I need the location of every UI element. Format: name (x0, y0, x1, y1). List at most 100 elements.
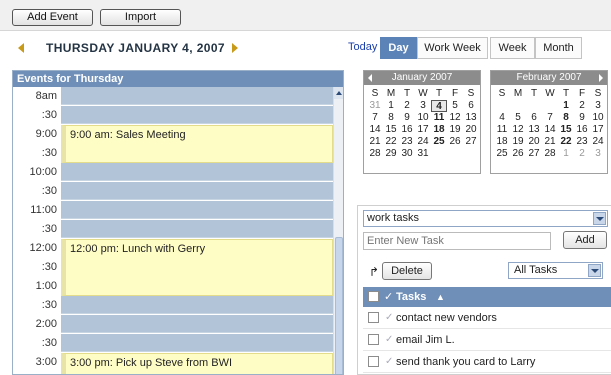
calendar-day[interactable]: 25 (431, 136, 447, 148)
event-pick-up-steve[interactable]: 3:00 pm: Pick up Steve from BWI (61, 353, 333, 374)
calendar-day[interactable]: 8 (383, 112, 399, 124)
task-filter-select[interactable]: All Tasks (508, 262, 603, 279)
calendar-day[interactable]: 20 (526, 136, 542, 148)
calendar-day[interactable]: 3 (590, 148, 606, 160)
chevron-down-icon[interactable] (588, 264, 601, 277)
time-slot[interactable] (61, 87, 333, 105)
today-link[interactable]: Today (348, 41, 377, 53)
calendar-day[interactable]: 13 (463, 112, 479, 124)
calendar-day[interactable]: 12 (447, 112, 463, 124)
scrollbar-thumb[interactable] (335, 237, 343, 374)
task-checkbox[interactable] (368, 312, 379, 323)
calendar-day[interactable]: 27 (463, 136, 479, 148)
task-checkbox[interactable] (368, 356, 379, 367)
calendar-day[interactable]: 3 (590, 100, 606, 112)
time-slot[interactable] (61, 163, 333, 181)
tab-work-week[interactable]: Work Week (417, 37, 488, 59)
calendar-day[interactable]: 23 (574, 136, 590, 148)
calendar-day[interactable]: 25 (494, 148, 510, 160)
calendar-day[interactable]: 7 (542, 112, 558, 124)
next-month-arrow-icon[interactable] (599, 74, 603, 82)
calendar-day[interactable]: 13 (526, 124, 542, 136)
task-list-select[interactable]: work tasks (363, 210, 608, 227)
calendar-day[interactable]: 14 (542, 124, 558, 136)
add-task-button[interactable]: Add (563, 231, 607, 249)
task-row[interactable]: ✓ email Jim L. (363, 329, 611, 351)
calendar-day[interactable]: 6 (463, 100, 479, 112)
scroll-up-arrow-icon[interactable] (334, 87, 343, 99)
calendar-day[interactable]: 7 (367, 112, 383, 124)
time-slot[interactable] (61, 220, 333, 238)
calendar-day[interactable]: 10 (590, 112, 606, 124)
calendar-day[interactable]: 9 (574, 112, 590, 124)
calendar-day[interactable]: 26 (447, 136, 463, 148)
calendar-day[interactable]: 17 (590, 124, 606, 136)
tab-day[interactable]: Day (380, 37, 417, 59)
calendar-day[interactable]: 31 (367, 100, 383, 112)
calendar-day[interactable]: 20 (463, 124, 479, 136)
calendar-day[interactable]: 15 (558, 124, 574, 136)
calendar-day[interactable]: 1 (383, 100, 399, 112)
calendar-day[interactable]: 17 (415, 124, 431, 136)
time-slot[interactable] (61, 201, 333, 219)
task-row[interactable]: ✓ contact new vendors (363, 307, 611, 329)
calendar-day[interactable]: 21 (367, 136, 383, 148)
previous-day-arrow-icon[interactable] (18, 43, 24, 53)
calendar-day[interactable]: 28 (542, 148, 558, 160)
event-lunch-with-gerry[interactable]: 12:00 pm: Lunch with Gerry (61, 239, 333, 296)
calendar-day[interactable]: 10 (415, 112, 431, 124)
calendar-day[interactable]: 31 (415, 148, 431, 160)
calendar-day[interactable]: 29 (383, 148, 399, 160)
calendar-day[interactable]: 5 (510, 112, 526, 124)
previous-month-arrow-icon[interactable] (368, 74, 372, 82)
calendar-day[interactable]: 19 (447, 124, 463, 136)
calendar-day[interactable]: 11 (431, 112, 447, 124)
calendar-day[interactable]: 23 (399, 136, 415, 148)
calendar-day[interactable]: 2 (574, 100, 590, 112)
task-checkbox[interactable] (368, 334, 379, 345)
calendar-day[interactable]: 28 (367, 148, 383, 160)
tab-week[interactable]: Week (490, 37, 535, 59)
calendar-day[interactable]: 27 (526, 148, 542, 160)
task-row[interactable]: ✓ send thank you card to Larry (363, 351, 611, 373)
calendar-day[interactable]: 9 (399, 112, 415, 124)
calendar-day[interactable]: 24 (415, 136, 431, 148)
sort-ascending-icon[interactable]: ▲ (436, 287, 445, 307)
calendar-scrollbar[interactable] (333, 87, 343, 374)
calendar-day[interactable]: 22 (383, 136, 399, 148)
delete-task-button[interactable]: Delete (382, 262, 432, 280)
next-day-arrow-icon[interactable] (232, 43, 238, 53)
calendar-day[interactable]: 18 (431, 124, 447, 136)
calendar-day[interactable]: 16 (574, 124, 590, 136)
event-sales-meeting[interactable]: 9:00 am: Sales Meeting (61, 125, 333, 163)
calendar-day[interactable]: 21 (542, 136, 558, 148)
time-slot[interactable] (61, 296, 333, 314)
time-slot[interactable] (61, 106, 333, 124)
calendar-day[interactable]: 19 (510, 136, 526, 148)
tasks-table-header[interactable]: ✓ Tasks ▲ (363, 287, 611, 307)
tab-month[interactable]: Month (535, 37, 582, 59)
calendar-day[interactable]: 2 (399, 100, 415, 112)
calendar-day[interactable]: 14 (367, 124, 383, 136)
calendar-day[interactable]: 3 (415, 100, 431, 112)
time-slot[interactable] (61, 315, 333, 333)
calendar-day[interactable]: 1 (558, 100, 574, 112)
calendar-day[interactable]: 16 (399, 124, 415, 136)
tasks-column-label[interactable]: Tasks (396, 287, 426, 307)
calendar-day[interactable]: 22 (558, 136, 574, 148)
move-task-icon[interactable]: ↱ (369, 265, 379, 279)
chevron-down-icon[interactable] (593, 212, 606, 225)
calendar-day[interactable]: 1 (558, 148, 574, 160)
calendar-day[interactable]: 24 (590, 136, 606, 148)
calendar-day[interactable]: 5 (447, 100, 463, 112)
calendar-day[interactable]: 8 (558, 112, 574, 124)
new-task-input[interactable] (363, 232, 551, 250)
calendar-day[interactable]: 4 (494, 112, 510, 124)
calendar-day[interactable]: 4 (431, 100, 447, 112)
calendar-day[interactable]: 12 (510, 124, 526, 136)
calendar-day[interactable]: 6 (526, 112, 542, 124)
time-slot[interactable] (61, 182, 333, 200)
time-slot[interactable] (61, 334, 333, 352)
import-button[interactable]: Import (100, 9, 181, 26)
calendar-day[interactable]: 15 (383, 124, 399, 136)
